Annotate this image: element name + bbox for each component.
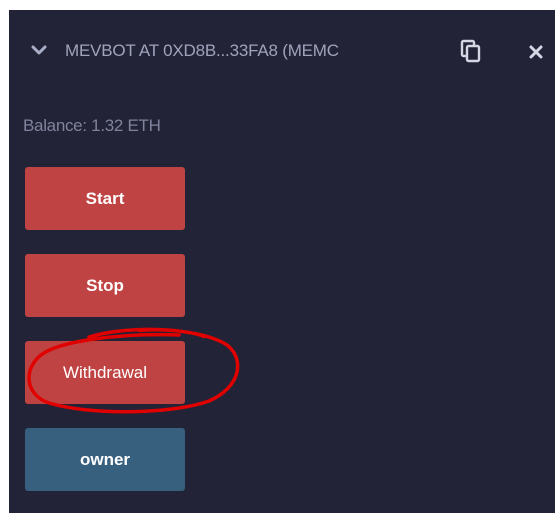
balance-label: Balance: 1.32 ETH: [23, 116, 161, 135]
contract-header[interactable]: MEVBOT AT 0XD8B...33FA8 (MEMC: [9, 10, 555, 98]
close-icon[interactable]: [529, 45, 543, 59]
contract-panel: MEVBOT AT 0XD8B...33FA8 (MEMC Balance: 1…: [9, 10, 555, 513]
contract-title: MEVBOT AT 0XD8B...33FA8 (MEMC: [65, 41, 339, 60]
chevron-down-icon[interactable]: [31, 44, 47, 56]
stop-button[interactable]: Stop: [25, 254, 185, 317]
owner-button[interactable]: owner: [25, 428, 185, 491]
withdrawal-button[interactable]: Withdrawal: [25, 341, 185, 404]
copy-icon[interactable]: [460, 39, 482, 63]
start-button[interactable]: Start: [25, 167, 185, 230]
